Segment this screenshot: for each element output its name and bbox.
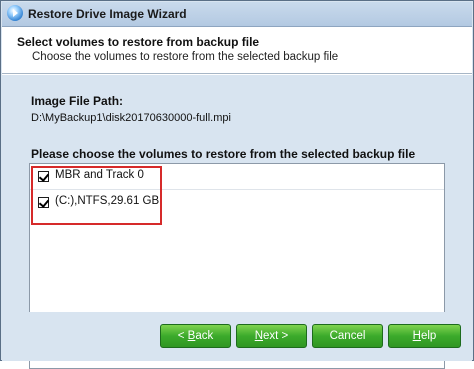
volume-label-mbr: MBR and Track 0	[55, 169, 144, 181]
next-button[interactable]: Next >	[236, 324, 307, 348]
checkbox-checked-icon[interactable]	[38, 171, 49, 182]
wizard-content: Image File Path: D:\MyBackup1\disk201706…	[2, 76, 472, 369]
button-bar: < Back Next > Cancel Help	[2, 312, 472, 361]
volume-row-c-drive[interactable]: (C:),NTFS,29.61 GB	[30, 190, 444, 216]
wizard-header: Select volumes to restore from backup fi…	[2, 27, 472, 73]
window-title: Restore Drive Image Wizard	[28, 7, 187, 21]
image-file-path-value: D:\MyBackup1\disk20170630000-full.mpi	[31, 112, 231, 124]
volumes-label: Please choose the volumes to restore fro…	[31, 147, 416, 161]
volume-label-c-drive: (C:),NTFS,29.61 GB	[55, 195, 160, 207]
title-bar[interactable]: Restore Drive Image Wizard	[2, 2, 472, 27]
help-button[interactable]: Help	[388, 324, 461, 348]
header-title: Select volumes to restore from backup fi…	[17, 35, 260, 49]
header-subtitle: Choose the volumes to restore from the s…	[32, 51, 339, 63]
header-divider	[2, 73, 472, 75]
volume-row-mbr[interactable]: MBR and Track 0	[30, 164, 444, 190]
image-file-path-label: Image File Path:	[31, 94, 124, 108]
restore-wizard-icon	[7, 5, 23, 21]
restore-wizard-window: Restore Drive Image Wizard Select volume…	[0, 0, 474, 369]
cancel-button[interactable]: Cancel	[312, 324, 383, 348]
checkbox-checked-icon[interactable]	[38, 197, 49, 208]
back-button[interactable]: < Back	[160, 324, 231, 348]
